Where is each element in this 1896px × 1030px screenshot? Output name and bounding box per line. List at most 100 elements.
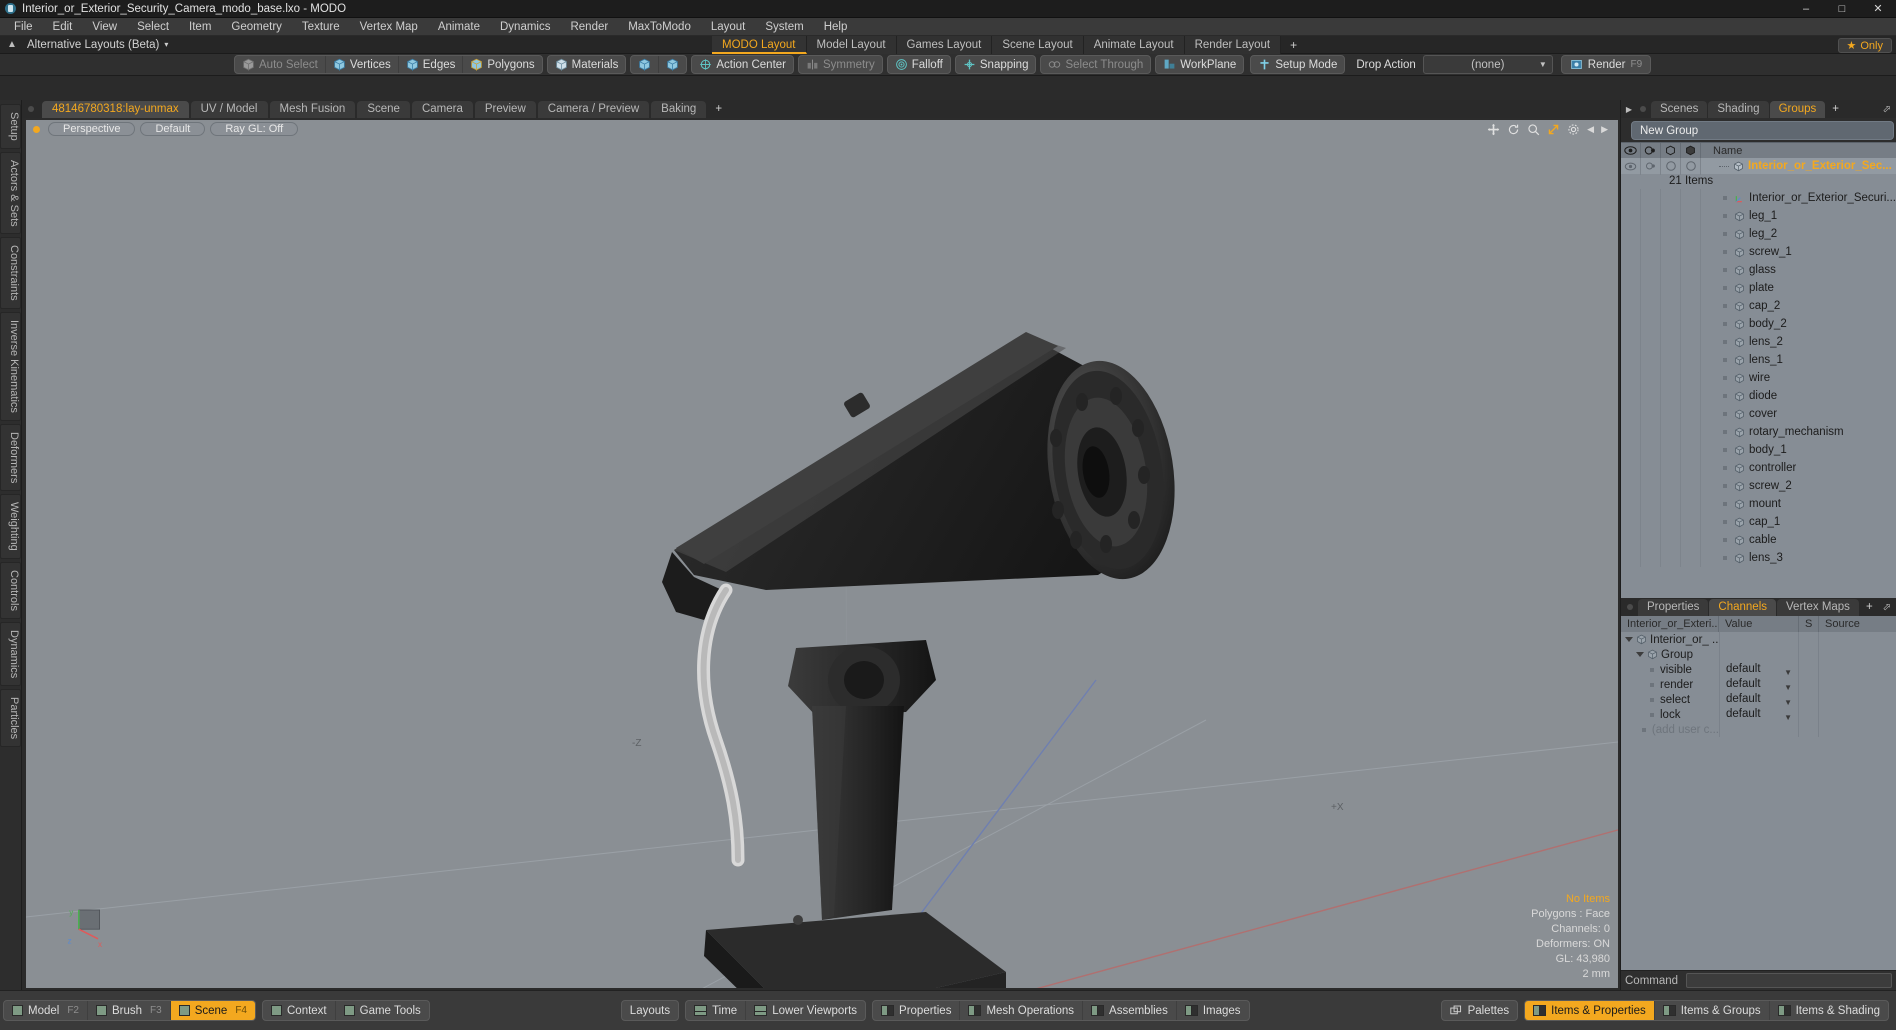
row-render-toggle[interactable] xyxy=(1641,531,1661,549)
group-shade-toggle[interactable] xyxy=(1681,158,1701,175)
right-tab-scenes[interactable]: Scenes xyxy=(1651,100,1708,118)
row-shade-toggle[interactable] xyxy=(1681,441,1701,459)
row-visibility-toggle[interactable] xyxy=(1621,207,1641,225)
list-item[interactable]: body_2 xyxy=(1621,315,1896,333)
layout-tab-model-layout[interactable]: Model Layout xyxy=(806,36,897,54)
row-shade-toggle[interactable] xyxy=(1681,459,1701,477)
add-layout-tab-button[interactable]: + xyxy=(1281,36,1306,54)
expand-icon[interactable]: ⬀ xyxy=(1883,602,1896,613)
row-visibility-toggle[interactable] xyxy=(1621,531,1641,549)
bottom-button-lower-viewports[interactable]: Lower Viewports xyxy=(746,1001,865,1020)
toolbar-button-workplane[interactable]: WorkPlane xyxy=(1156,56,1243,73)
row-shade-toggle[interactable] xyxy=(1681,549,1701,567)
channel-row[interactable]: Interior_or_ ... xyxy=(1621,632,1896,647)
channels-tab-vertex-maps[interactable]: Vertex Maps xyxy=(1777,598,1859,616)
row-visibility-toggle[interactable] xyxy=(1621,423,1641,441)
menu-item-item[interactable]: Item xyxy=(179,18,221,36)
row-shade-toggle[interactable] xyxy=(1681,189,1701,207)
left-tab-actors---sets[interactable]: Actors & Sets xyxy=(0,151,21,235)
row-render-toggle[interactable] xyxy=(1641,207,1661,225)
row-wire-toggle[interactable] xyxy=(1661,549,1681,567)
row-render-toggle[interactable] xyxy=(1641,261,1661,279)
list-item[interactable]: cap_1 xyxy=(1621,513,1896,531)
row-visibility-toggle[interactable] xyxy=(1621,225,1641,243)
left-tab-deformers[interactable]: Deformers xyxy=(0,423,21,492)
chevron-right-icon[interactable]: ▶ xyxy=(1623,105,1635,114)
row-render-toggle[interactable] xyxy=(1641,369,1661,387)
right-tab-groups[interactable]: Groups xyxy=(1769,100,1826,118)
list-item[interactable]: diode xyxy=(1621,387,1896,405)
row-wire-toggle[interactable] xyxy=(1661,423,1681,441)
toolbar-button-falloff[interactable]: Falloff xyxy=(888,56,950,73)
group-wire-toggle[interactable] xyxy=(1661,158,1681,175)
chevron-right-icon[interactable]: ▶ xyxy=(1601,124,1608,135)
channels-tab-add-button[interactable]: + xyxy=(1860,599,1879,616)
channel-value[interactable]: default ▼ xyxy=(1719,677,1799,692)
toolbar-button-center-mode-icon[interactable] xyxy=(659,56,686,73)
row-render-toggle[interactable] xyxy=(1641,513,1661,531)
row-render-toggle[interactable] xyxy=(1641,477,1661,495)
menu-item-geometry[interactable]: Geometry xyxy=(221,18,292,36)
panel-drag-handle-icon[interactable] xyxy=(1640,106,1646,112)
row-visibility-toggle[interactable] xyxy=(1621,459,1641,477)
menu-item-animate[interactable]: Animate xyxy=(428,18,490,36)
list-item[interactable]: lens_3 xyxy=(1621,549,1896,567)
channel-value[interactable] xyxy=(1719,722,1799,737)
row-render-toggle[interactable] xyxy=(1641,351,1661,369)
row-visibility-toggle[interactable] xyxy=(1621,477,1641,495)
row-render-toggle[interactable] xyxy=(1641,405,1661,423)
row-shade-toggle[interactable] xyxy=(1681,333,1701,351)
group-visibility-toggle[interactable] xyxy=(1621,158,1641,175)
menu-item-texture[interactable]: Texture xyxy=(292,18,350,36)
row-shade-toggle[interactable] xyxy=(1681,243,1701,261)
row-wire-toggle[interactable] xyxy=(1661,513,1681,531)
command-input[interactable] xyxy=(1686,973,1892,988)
row-wire-toggle[interactable] xyxy=(1661,189,1681,207)
close-button[interactable]: ✕ xyxy=(1860,0,1896,18)
toolbar-button-materials[interactable]: Materials xyxy=(548,56,626,73)
list-item[interactable]: leg_2 xyxy=(1621,225,1896,243)
channels-tab-channels[interactable]: Channels xyxy=(1709,598,1777,616)
toolbar-button-item-mode-icon[interactable] xyxy=(631,56,660,73)
bottom-button-images[interactable]: Images xyxy=(1177,1001,1249,1020)
row-shade-toggle[interactable] xyxy=(1681,405,1701,423)
maximize-button[interactable]: □ xyxy=(1824,0,1860,18)
only-toggle-button[interactable]: ★ Only xyxy=(1837,38,1892,53)
list-item[interactable]: cable xyxy=(1621,531,1896,549)
viewport-tab-preview[interactable]: Preview xyxy=(474,100,536,118)
row-shade-toggle[interactable] xyxy=(1681,297,1701,315)
row-visibility-toggle[interactable] xyxy=(1621,279,1641,297)
security-camera-model[interactable] xyxy=(26,120,1618,988)
chevron-left-icon[interactable]: ◀ xyxy=(1587,124,1594,135)
collapse-triangle-icon[interactable] xyxy=(1625,637,1633,642)
bottom-button-scene[interactable]: Scene F4 xyxy=(170,1001,255,1020)
toolbar-button-auto-select[interactable]: Auto Select xyxy=(235,56,326,73)
bottom-button-layouts[interactable]: Layouts xyxy=(622,1001,678,1020)
row-visibility-toggle[interactable] xyxy=(1621,441,1641,459)
bottom-button-mesh-operations[interactable]: Mesh Operations xyxy=(960,1001,1084,1020)
shading-mode-button[interactable]: Default xyxy=(140,122,206,136)
right-tab-add-button[interactable]: + xyxy=(1826,101,1845,118)
toolbar-button-edges[interactable]: Edges xyxy=(399,56,464,73)
collapse-triangle-icon[interactable] xyxy=(1636,652,1644,657)
row-visibility-toggle[interactable] xyxy=(1621,513,1641,531)
row-visibility-toggle[interactable] xyxy=(1621,261,1641,279)
orientation-gizmo[interactable]: y x z xyxy=(66,902,114,950)
row-render-toggle[interactable] xyxy=(1641,189,1661,207)
row-wire-toggle[interactable] xyxy=(1661,261,1681,279)
row-shade-toggle[interactable] xyxy=(1681,513,1701,531)
toolbar-button-action-center[interactable]: Action Center xyxy=(692,56,793,73)
channel-value[interactable]: default ▼ xyxy=(1719,692,1799,707)
column-wireframe-icon[interactable] xyxy=(1661,142,1681,159)
row-render-toggle[interactable] xyxy=(1641,297,1661,315)
group-row[interactable]: Interior_or_Exterior_Sec... xyxy=(1621,158,1896,175)
row-shade-toggle[interactable] xyxy=(1681,477,1701,495)
row-shade-toggle[interactable] xyxy=(1681,351,1701,369)
bottom-button-game-tools[interactable]: Game Tools xyxy=(336,1001,429,1020)
row-visibility-toggle[interactable] xyxy=(1621,405,1641,423)
row-visibility-toggle[interactable] xyxy=(1621,333,1641,351)
row-shade-toggle[interactable] xyxy=(1681,207,1701,225)
bottom-button-model[interactable]: Model F2 xyxy=(4,1001,88,1020)
list-item[interactable]: controller xyxy=(1621,459,1896,477)
row-visibility-toggle[interactable] xyxy=(1621,189,1641,207)
